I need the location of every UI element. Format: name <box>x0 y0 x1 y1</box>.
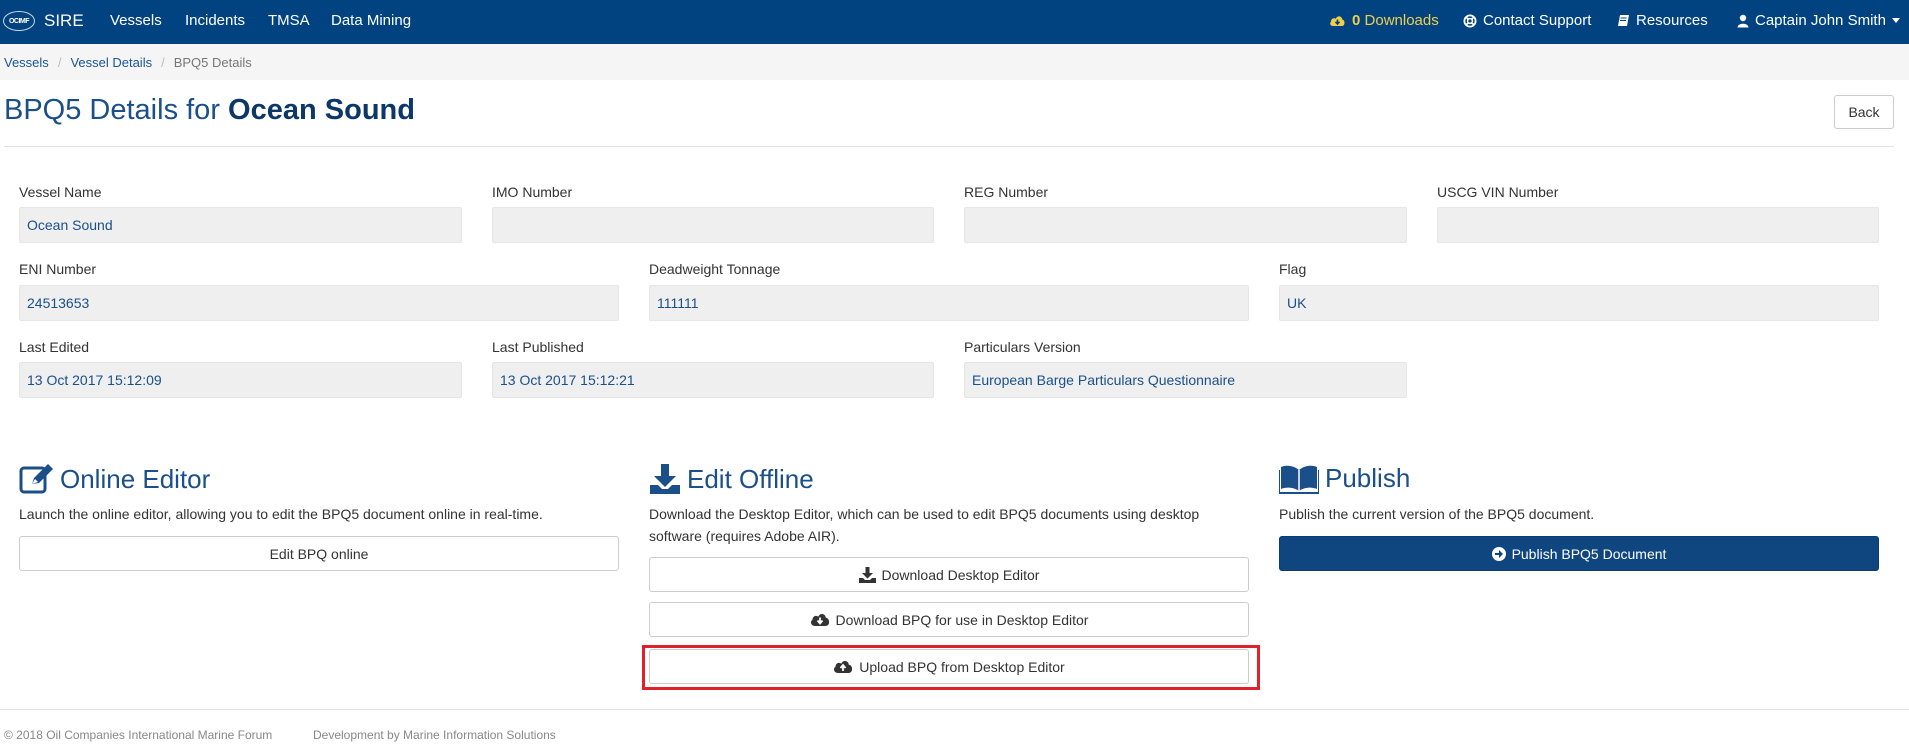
vessel-name-field: Ocean Sound <box>19 207 462 243</box>
edit-bpq-online-button[interactable]: Edit BPQ online <box>19 536 619 571</box>
publish-heading: Publish <box>1279 463 1410 494</box>
deadweight-tonnage-field: 111111 <box>649 285 1249 321</box>
nav-incidents[interactable]: Incidents <box>185 12 245 29</box>
user-icon <box>1737 14 1749 27</box>
edit-offline-description: Download the Desktop Editor, which can b… <box>649 506 1200 544</box>
publish-bpq5-label: Publish BPQ5 Document <box>1511 545 1667 562</box>
flag-label: Flag <box>1279 261 1307 277</box>
download-bpq-label: Download BPQ for use in Desktop Editor <box>835 611 1089 628</box>
downloads-label: Downloads <box>1364 12 1439 29</box>
nav-data-mining[interactable]: Data Mining <box>331 12 411 29</box>
breadcrumb-vessel-details[interactable]: Vessel Details <box>70 55 152 70</box>
last-edited-label: Last Edited <box>19 339 90 355</box>
eni-number-label: ENI Number <box>19 261 97 277</box>
downloads-count: 0 <box>1352 12 1361 29</box>
download-tray-icon <box>650 464 680 494</box>
nav-downloads[interactable]: 0 Downloads <box>1329 12 1439 29</box>
uscg-vin-number-field <box>1437 207 1879 243</box>
resources-label: Resources <box>1636 12 1708 29</box>
imo-number-label: IMO Number <box>492 184 573 200</box>
breadcrumb-current: BPQ5 Details <box>173 54 252 70</box>
page-title-prefix: BPQ5 Details for <box>4 94 220 126</box>
top-navbar: OCIMF SIRE Vessels Incidents TMSA Data M… <box>0 0 1909 44</box>
life-ring-icon <box>1463 14 1477 27</box>
edit-icon <box>19 464 53 494</box>
breadcrumb-vessels[interactable]: Vessels <box>4 55 49 70</box>
online-editor-title: Online Editor <box>60 463 211 494</box>
page-title: BPQ5 Details for Ocean Sound <box>4 94 415 127</box>
download-icon <box>858 566 876 583</box>
caret-down-icon <box>1891 17 1900 23</box>
imo-number-field <box>492 207 934 243</box>
download-desktop-editor-label: Download Desktop Editor <box>881 566 1040 583</box>
nav-resources[interactable]: Resources <box>1617 12 1708 29</box>
vessel-name-label: Vessel Name <box>19 184 102 200</box>
edit-offline-heading: Edit Offline <box>649 463 814 495</box>
particulars-version-label: Particulars Version <box>964 339 1081 355</box>
header-divider <box>4 146 1894 147</box>
flag-field: UK <box>1279 285 1879 321</box>
publish-title: Publish <box>1325 463 1411 493</box>
online-editor-description: Launch the online editor, allowing you t… <box>19 506 543 522</box>
nav-user-menu[interactable]: Captain John Smith <box>1737 12 1900 29</box>
reg-number-label: REG Number <box>964 184 1049 200</box>
back-button[interactable]: Back <box>1834 95 1894 129</box>
online-editor-heading: Online Editor <box>19 463 210 495</box>
deadweight-tonnage-label: Deadweight Tonnage <box>649 261 781 277</box>
last-edited-field: 13 Oct 2017 15:12:09 <box>19 362 462 398</box>
ocimf-logo[interactable]: OCIMF <box>3 11 35 31</box>
breadcrumb: Vessels / Vessel Details / BPQ5 Details <box>0 44 1909 80</box>
uscg-vin-number-label: USCG VIN Number <box>1437 184 1559 200</box>
footer-developer: Development by Marine Information Soluti… <box>313 728 556 742</box>
particulars-version-field: European Barge Particulars Questionnaire <box>964 362 1407 398</box>
book-icon <box>1618 14 1629 26</box>
breadcrumb-separator: / <box>161 54 165 70</box>
nav-contact-support[interactable]: Contact Support <box>1463 12 1591 29</box>
download-bpq-button[interactable]: Download BPQ for use in Desktop Editor <box>649 602 1249 637</box>
breadcrumb-separator: / <box>57 54 62 70</box>
cloud-download-icon <box>1330 15 1345 26</box>
contact-support-label: Contact Support <box>1483 12 1592 29</box>
highlight-annotation-box <box>642 645 1260 690</box>
footer-divider <box>0 709 1909 710</box>
nav-tmsa[interactable]: TMSA <box>268 12 310 29</box>
last-published-label: Last Published <box>492 339 584 355</box>
nav-vessels[interactable]: Vessels <box>110 12 162 29</box>
publish-bpq5-button[interactable]: Publish BPQ5 Document <box>1279 536 1879 571</box>
book-open-icon <box>1279 465 1319 494</box>
publish-description: Publish the current version of the BPQ5 … <box>1279 506 1595 522</box>
download-desktop-editor-button[interactable]: Download Desktop Editor <box>649 557 1249 592</box>
edit-offline-title: Edit Offline <box>687 463 814 494</box>
eni-number-field: 24513653 <box>19 285 619 321</box>
brand-name[interactable]: SIRE <box>44 11 84 31</box>
cloud-download-icon <box>810 613 829 626</box>
user-name: Captain John Smith <box>1755 12 1886 29</box>
last-published-field: 13 Oct 2017 15:12:21 <box>492 362 934 398</box>
reg-number-field <box>964 207 1407 243</box>
page-title-vessel: Ocean Sound <box>228 94 415 126</box>
arrow-circle-right-icon <box>1491 546 1506 561</box>
footer-copyright: © 2018 Oil Companies International Marin… <box>4 728 273 742</box>
